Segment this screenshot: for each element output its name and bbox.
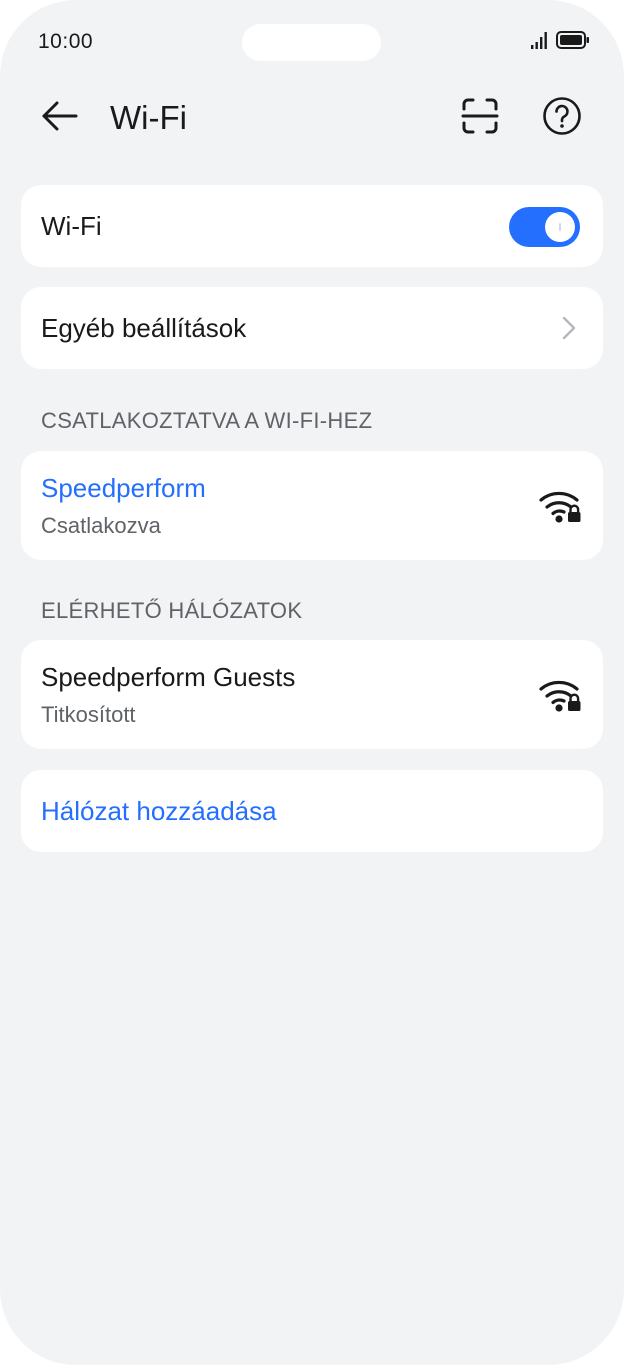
wifi-toggle-label: Wi-Fi xyxy=(41,211,102,241)
camera-cutout xyxy=(242,24,381,61)
other-settings-row[interactable]: Egyéb beállítások xyxy=(21,287,603,369)
add-network-button[interactable]: Hálózat hozzáadása xyxy=(21,770,603,852)
status-bar: 10:00 xyxy=(0,0,624,84)
arrow-left-icon xyxy=(40,100,80,137)
wifi-toggle-card: Wi-Fi xyxy=(21,185,603,267)
page-title: Wi-Fi xyxy=(110,99,187,136)
help-button[interactable] xyxy=(540,96,584,140)
wifi-toggle-switch[interactable] xyxy=(509,207,580,247)
network-name: Speedperform Guests xyxy=(41,662,296,692)
other-settings-label: Egyéb beállítások xyxy=(41,313,247,343)
wifi-lock-icon xyxy=(539,489,583,523)
scan-qr-icon xyxy=(460,96,500,141)
chevron-right-icon xyxy=(557,315,581,341)
battery-icon xyxy=(556,30,590,55)
network-status: Csatlakozva xyxy=(41,513,161,538)
add-network-label: Hálózat hozzáadása xyxy=(41,796,277,826)
available-section-header: ELÉRHETŐ HÁLÓZATOK xyxy=(41,598,303,623)
network-row-available[interactable]: Speedperform Guests Titkosított xyxy=(21,640,603,749)
wifi-lock-icon xyxy=(539,678,583,712)
app-bar: Wi-Fi xyxy=(0,84,624,152)
status-time: 10:00 xyxy=(38,30,94,53)
connected-section-header: CSATLAKOZTATVA A WI-FI-HEZ xyxy=(41,408,373,433)
network-name: Speedperform xyxy=(41,473,206,503)
network-status: Titkosított xyxy=(41,702,136,727)
network-row-connected[interactable]: Speedperform Csatlakozva xyxy=(21,451,603,560)
toggle-knob xyxy=(545,212,575,242)
back-button[interactable] xyxy=(36,96,84,140)
help-circle-icon xyxy=(542,96,582,141)
scan-button[interactable] xyxy=(458,96,502,140)
signal-bars-icon xyxy=(530,30,550,55)
phone-screen: 10:00 Wi-Fi Wi-Fi Egyéb beállítások CSAT… xyxy=(0,0,624,1365)
status-icons xyxy=(530,30,590,54)
